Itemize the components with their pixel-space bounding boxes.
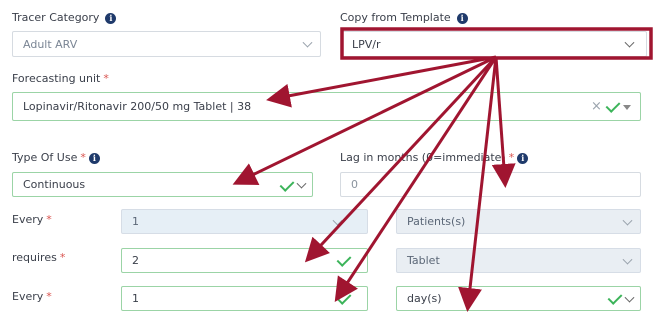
required-marker: * [80, 151, 86, 164]
lag-placeholder: 0 [351, 178, 358, 191]
every-patients-value-input[interactable]: 1 [121, 209, 368, 234]
chevron-down-icon [622, 215, 633, 226]
required-marker: * [59, 251, 66, 264]
type-of-use-value: Continuous [23, 178, 86, 191]
check-icon [279, 177, 295, 192]
copy-from-template-value: LPV/r [352, 37, 381, 51]
every-day-unit-select[interactable]: day(s) [396, 286, 641, 311]
every-patients-value: 1 [132, 215, 139, 228]
lag-in-months-label: Lag in months (0=immediate) * i [340, 151, 529, 164]
requires-value: 2 [132, 254, 139, 267]
required-marker: * [46, 213, 52, 226]
forecasting-unit-label: Forecasting unit * [12, 72, 109, 85]
every-day-unit: day(s) [407, 292, 442, 305]
info-icon[interactable]: i [105, 13, 117, 24]
requires-value-input[interactable]: 2 [121, 248, 368, 273]
type-of-use-label: Type Of Use * i [12, 151, 100, 164]
chevron-down-icon [624, 37, 635, 48]
check-icon [336, 252, 352, 267]
tracer-category-label: Tracer Category i [12, 11, 117, 24]
every-day-label: Every * [12, 290, 52, 303]
chevron-down-icon [332, 215, 343, 226]
check-icon [607, 290, 623, 305]
lag-in-months-input[interactable]: 0 [340, 172, 641, 197]
copy-from-template-label: Copy from Template i [340, 11, 468, 24]
tracer-category-value: Adult ARV [23, 37, 78, 51]
chevron-down-icon [302, 37, 313, 48]
forecasting-unit-value: Lopinavir/Ritonavir 200/50 mg Tablet | 3… [23, 100, 252, 113]
chevron-down-icon [296, 178, 307, 189]
tracer-category-select[interactable]: Adult ARV [12, 31, 321, 57]
copy-from-template-select[interactable]: LPV/r [341, 31, 647, 57]
info-icon[interactable]: i [456, 13, 468, 24]
requires-unit-select[interactable]: Tablet [396, 248, 641, 273]
chevron-down-icon [624, 292, 635, 303]
every-patients-unit-select[interactable]: Patients(s) [396, 209, 641, 234]
requires-label: requires * [12, 251, 66, 264]
caret-down-icon[interactable] [623, 105, 631, 110]
check-icon [605, 98, 621, 113]
info-icon[interactable]: i [88, 153, 100, 164]
forecasting-unit-select[interactable]: Lopinavir/Ritonavir 200/50 mg Tablet | 3… [12, 92, 641, 121]
every-day-value-input[interactable]: 1 [121, 286, 368, 311]
every-day-value: 1 [132, 292, 139, 305]
every-label: Every * [12, 213, 52, 226]
requires-unit: Tablet [407, 254, 440, 267]
required-marker: * [508, 151, 515, 164]
type-of-use-select[interactable]: Continuous [12, 172, 313, 197]
required-marker: * [46, 290, 52, 303]
clear-icon[interactable]: × [591, 100, 602, 113]
check-icon [336, 290, 352, 305]
chevron-down-icon [622, 254, 633, 265]
every-patients-unit: Patients(s) [407, 215, 466, 228]
required-marker: * [103, 72, 109, 85]
info-icon[interactable]: i [517, 153, 529, 164]
